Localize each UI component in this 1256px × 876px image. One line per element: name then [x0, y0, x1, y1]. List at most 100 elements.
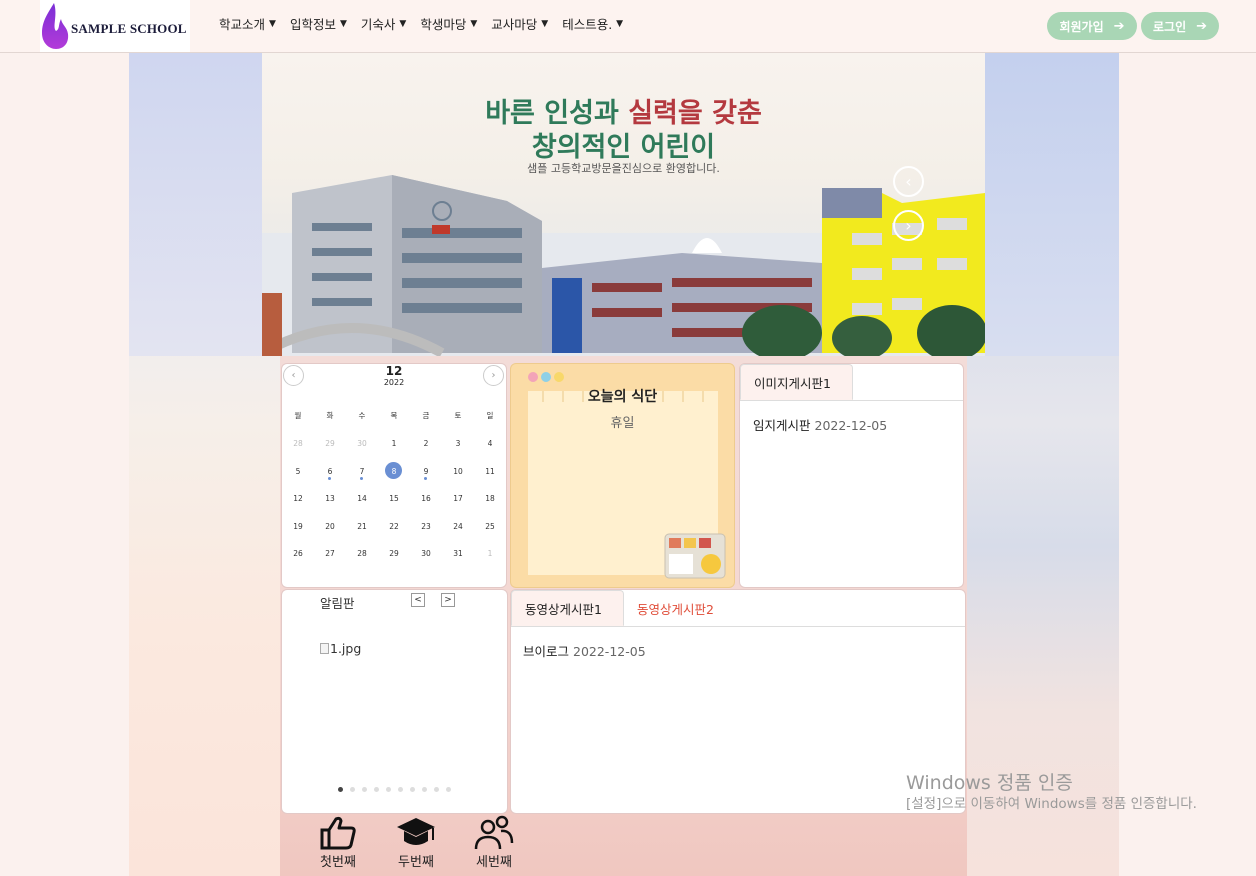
weekday: 목 — [390, 411, 398, 420]
calendar-day[interactable]: 19 — [282, 522, 314, 531]
calendar-day[interactable]: 1 — [378, 439, 410, 448]
nav-item-admission[interactable]: 입학정보 ▼ — [290, 14, 347, 33]
users-icon — [474, 815, 514, 850]
tab-label: 동영상게시판2 — [637, 601, 714, 617]
calendar-day[interactable]: 11 — [474, 467, 506, 476]
calendar-day[interactable]: 16 — [410, 494, 442, 503]
chevron-down-icon: ▼ — [616, 18, 624, 29]
nav-item-school-intro[interactable]: 학교소개 ▼ — [219, 14, 276, 33]
tab-video-board-2[interactable]: 동영상게시판2 — [624, 590, 737, 626]
calendar-day[interactable]: 27 — [314, 549, 346, 558]
chevron-down-icon: ▼ — [269, 18, 276, 29]
video-board-panel: 동영상게시판1 동영상게시판2 브이로그 2022-12-05 — [510, 589, 966, 814]
arrow-right-icon: ➔ — [1196, 18, 1208, 34]
windows-activation-title: Windows 정품 인증 — [906, 772, 1073, 794]
notice-image[interactable]: 1.jpg — [320, 641, 361, 656]
calendar-day[interactable]: 23 — [410, 522, 442, 531]
calendar-day[interactable]: 31 — [442, 549, 474, 558]
calendar-day[interactable]: 12 — [282, 494, 314, 503]
quick-link-2[interactable]: 두번째 — [386, 815, 446, 870]
pagination-dot-active[interactable] — [338, 787, 343, 792]
calendar-day[interactable]: 2 — [410, 439, 442, 448]
nav-item-label: 테스트용. — [562, 17, 613, 32]
calendar-day[interactable]: 4 — [474, 439, 506, 448]
pagination-dot[interactable] — [374, 787, 379, 792]
nav-item-label: 학생마당 — [420, 17, 467, 32]
nav-item-students[interactable]: 학생마당 ▼ — [420, 14, 477, 33]
weekday: 토 — [454, 411, 462, 420]
calendar-day[interactable]: 22 — [378, 522, 410, 531]
pagination-dot[interactable] — [434, 787, 439, 792]
banner-next-button[interactable]: › — [893, 210, 924, 241]
video-board-post[interactable]: 브이로그 2022-12-05 — [523, 641, 646, 660]
image-board-tabs: 이미지게시판1 — [740, 364, 963, 401]
calendar-day[interactable]: 24 — [442, 522, 474, 531]
nav-item-label: 학교소개 — [219, 17, 266, 32]
calendar-day[interactable]: 29 — [378, 549, 410, 558]
calendar-day-with-event[interactable]: 7 — [346, 467, 378, 480]
signup-button[interactable]: 회원가입 ➔ — [1047, 12, 1137, 40]
calendar-day[interactable]: 13 — [314, 494, 346, 503]
main-nav: 학교소개 ▼ 입학정보 ▼ 기숙사 ▼ 학생마당 ▼ 교사마당 ▼ 테스트용. ▼ — [219, 14, 637, 33]
calendar-day[interactable]: 10 — [442, 467, 474, 476]
calendar-week: 12 13 14 15 16 17 18 — [282, 494, 506, 503]
pagination-dot[interactable] — [422, 787, 427, 792]
calendar-day[interactable]: 30 — [410, 549, 442, 558]
nav-item-test[interactable]: 테스트용. ▼ — [562, 14, 623, 33]
calendar-day[interactable]: 28 — [346, 549, 378, 558]
tab-label: 동영상게시판1 — [525, 601, 602, 617]
notice-next-button[interactable]: > — [441, 593, 455, 607]
pagination-dot[interactable] — [410, 787, 415, 792]
pagination-dot[interactable] — [350, 787, 355, 792]
tab-video-board-1[interactable]: 동영상게시판1 — [511, 590, 624, 626]
graduation-cap-icon — [397, 818, 435, 845]
calendar-day[interactable]: 25 — [474, 522, 506, 531]
school-logo[interactable]: SAMPLE SCHOOL — [40, 0, 190, 52]
broken-image-icon — [320, 643, 329, 654]
windows-activation-message: [설정]으로 이동하여 Windows를 정품 인증합니다. — [906, 796, 1197, 812]
slogan-subtext: 샘플 고등학교방문을진심으로 환영합니다. — [527, 162, 720, 175]
image-board-post[interactable]: 임지게시판 2022-12-05 — [753, 415, 887, 434]
tab-image-board-1[interactable]: 이미지게시판1 — [740, 364, 853, 400]
calendar-day[interactable]: 28 — [282, 439, 314, 448]
weekday: 일 — [486, 411, 494, 420]
quick-link-3[interactable]: 세번째 — [464, 815, 524, 870]
calendar-day-with-event[interactable]: 6 — [314, 467, 346, 480]
pagination-dot[interactable] — [398, 787, 403, 792]
post-title: 임지게시판 — [753, 418, 811, 433]
calendar-day[interactable]: 21 — [346, 522, 378, 531]
chevron-down-icon: ▼ — [399, 18, 407, 29]
post-date: 2022-12-05 — [573, 644, 646, 659]
calendar-day[interactable]: 30 — [346, 439, 378, 448]
calendar-day[interactable]: 14 — [346, 494, 378, 503]
calendar-week: 28 29 30 1 2 3 4 — [282, 439, 506, 448]
pagination-dot[interactable] — [386, 787, 391, 792]
notice-pagination — [282, 787, 507, 792]
quick-link-1[interactable]: 첫번째 — [308, 815, 368, 870]
meal-title: 오늘의 식단 — [587, 389, 658, 405]
calendar-day[interactable]: 3 — [442, 439, 474, 448]
notice-prev-button[interactable]: < — [411, 593, 425, 607]
flame-icon — [42, 3, 69, 49]
calendar-day[interactable]: 15 — [378, 494, 410, 503]
thumbs-up-icon — [320, 816, 356, 850]
calendar-day[interactable]: 18 — [474, 494, 506, 503]
calendar-day[interactable]: 1 — [474, 549, 506, 558]
calendar-day[interactable]: 26 — [282, 549, 314, 558]
calendar-day[interactable]: 20 — [314, 522, 346, 531]
banner-prev-button[interactable]: ‹ — [893, 166, 924, 197]
nav-item-dormitory[interactable]: 기숙사 ▼ — [361, 14, 406, 33]
nav-item-teachers[interactable]: 교사마당 ▼ — [491, 14, 548, 33]
calendar-week: 19 20 21 22 23 24 25 — [282, 522, 506, 531]
calendar-month: 12 — [385, 364, 403, 378]
calendar-day[interactable]: 5 — [282, 467, 314, 476]
calendar-day[interactable]: 17 — [442, 494, 474, 503]
login-button[interactable]: 로그인 ➔ — [1141, 12, 1219, 40]
calendar-day-with-event[interactable]: 9 — [410, 467, 442, 480]
chevron-down-icon: ▼ — [339, 18, 347, 29]
calendar-day[interactable]: 29 — [314, 439, 346, 448]
pagination-dot[interactable] — [362, 787, 367, 792]
calendar-day-selected[interactable]: 8 — [378, 462, 410, 479]
pagination-dot[interactable] — [446, 787, 451, 792]
signup-label: 회원가입 — [1059, 19, 1104, 34]
